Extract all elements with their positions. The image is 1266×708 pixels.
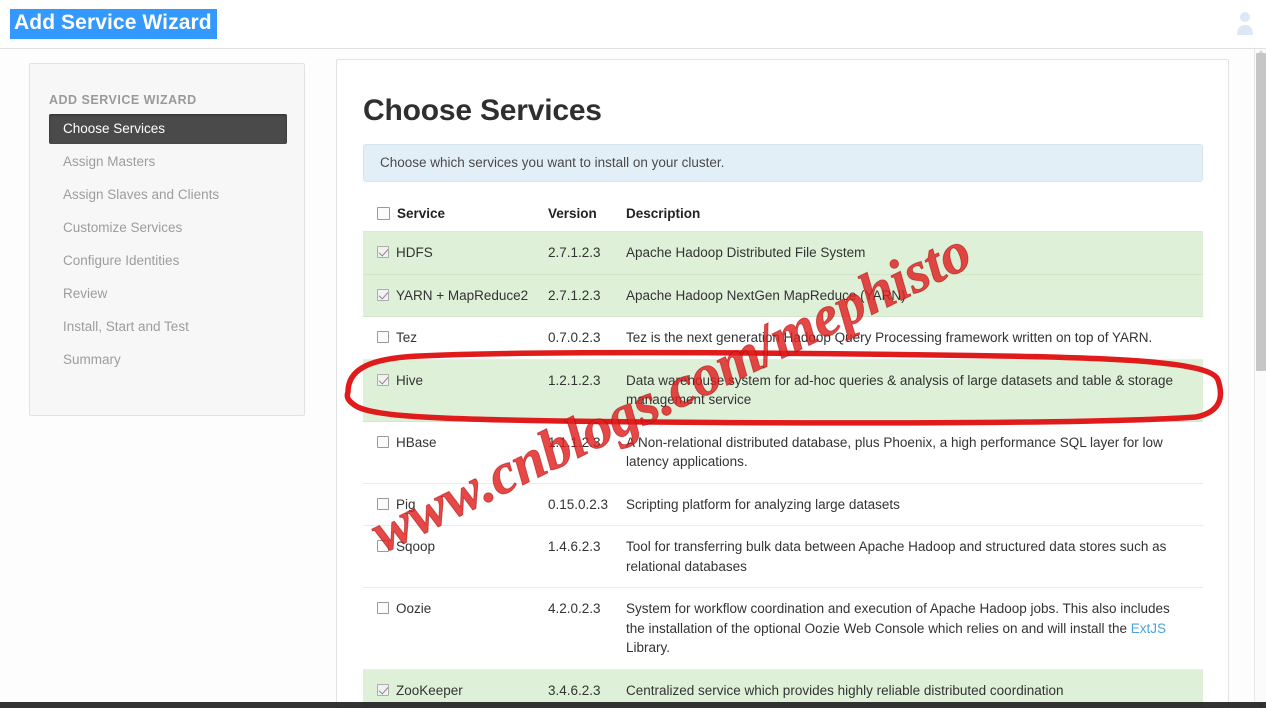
wizard-body: ADD SERVICE WIZARD Choose Services Assig… (0, 49, 1254, 708)
window-titlebar: Add Service Wizard (0, 0, 1266, 49)
user-icon[interactable] (1236, 10, 1254, 36)
sidebar-item-customize-services[interactable]: Customize Services (49, 213, 287, 243)
service-description-label: Apache Hadoop Distributed File System (626, 231, 1203, 275)
service-version-label: 2.7.1.2.3 (548, 231, 626, 275)
service-description-label: Scripting platform for analyzing large d… (626, 483, 1203, 526)
sidebar-item-configure-identities[interactable]: Configure Identities (49, 246, 287, 276)
service-version-label: 1.4.6.2.3 (548, 525, 626, 588)
header-description-label: Description (626, 200, 1203, 232)
sidebar-item-review[interactable]: Review (49, 279, 287, 309)
service-checkbox-zookeeper[interactable] (377, 683, 389, 696)
service-checkbox-tez[interactable] (377, 331, 389, 343)
vertical-scrollbar[interactable] (1254, 49, 1266, 708)
service-name-label: Hive (396, 372, 424, 388)
row-service-cell: HDFS (363, 231, 548, 275)
sidebar-item-install-start-test[interactable]: Install, Start and Test (49, 312, 287, 342)
service-name-label: HDFS (396, 245, 433, 260)
service-name-label: ZooKeeper (396, 682, 463, 698)
sidebar-item-summary[interactable]: Summary (49, 345, 287, 375)
table-header-row: Service Version Description (363, 200, 1203, 232)
sidebar-heading: ADD SERVICE WIZARD (49, 93, 197, 107)
page-title: Choose Services (363, 94, 602, 127)
service-checkbox-hive[interactable] (377, 373, 389, 386)
row-service-cell: Pig (363, 483, 548, 526)
service-name-label: YARN + MapReduce2 (396, 287, 529, 303)
sidebar-nav-list: Choose Services Assign Masters Assign Sl… (49, 114, 287, 378)
header-service-cell: Service (363, 200, 548, 232)
table-row[interactable]: Pig 0.15.0.2.3 Scripting platform for an… (363, 483, 1203, 526)
service-name-label: Tez (396, 330, 418, 345)
table-row[interactable]: Hive 1.2.1.2.3 Data warehouse system for… (363, 359, 1203, 422)
service-description-label: A Non-relational distributed database, p… (626, 421, 1203, 484)
sidebar-item-choose-services[interactable]: Choose Services (49, 114, 287, 144)
service-name-label: Sqoop (396, 539, 436, 554)
service-checkbox-yarn[interactable] (377, 288, 389, 301)
scrollbar-thumb[interactable] (1256, 53, 1266, 371)
service-version-label: 0.15.0.2.3 (548, 483, 626, 526)
sidebar-item-assign-slaves[interactable]: Assign Slaves and Clients (49, 180, 287, 210)
main-content-panel: Choose Services Choose which services yo… (336, 59, 1229, 708)
description-text-before-link: System for workflow coordination and exe… (626, 601, 1170, 636)
service-name-label: Oozie (396, 601, 432, 616)
header-service-label: Service (397, 206, 446, 221)
service-description-label: Data warehouse system for ad-hoc queries… (626, 359, 1203, 422)
service-checkbox-hbase[interactable] (377, 435, 389, 448)
table-row[interactable]: HBase 1.1.1.2.3 A Non-relational distrib… (363, 421, 1203, 484)
row-service-cell: YARN + MapReduce2 (363, 274, 548, 317)
service-version-label: 2.7.1.2.3 (548, 274, 626, 317)
select-all-checkbox[interactable] (377, 207, 390, 220)
service-name-label: Pig (396, 496, 416, 512)
scroll-up-arrow[interactable] (1257, 44, 1265, 55)
service-checkbox-oozie[interactable] (377, 602, 389, 614)
sidebar-item-assign-masters[interactable]: Assign Masters (49, 147, 287, 177)
service-description-label: Tez is the next generation Hadoop Query … (626, 316, 1203, 360)
app-window: Add Service Wizard ADD SERVICE WIZARD Ch… (0, 0, 1266, 708)
row-service-cell: Sqoop (363, 525, 548, 588)
service-version-label: 1.1.1.2.3 (548, 421, 626, 484)
bottom-edge-strip (0, 702, 1266, 708)
info-banner-text: Choose which services you want to instal… (380, 155, 725, 170)
service-description-label: Apache Hadoop NextGen MapReduce (YARN) (626, 274, 1203, 317)
service-version-label: 1.2.1.2.3 (548, 359, 626, 422)
header-version-label: Version (548, 200, 626, 232)
row-service-cell: Oozie (363, 587, 548, 670)
row-service-cell: Tez (363, 316, 548, 360)
service-checkbox-pig[interactable] (377, 497, 389, 510)
wizard-sidebar: ADD SERVICE WIZARD Choose Services Assig… (29, 63, 305, 416)
page-title-heading: Add Service Wizard (10, 9, 217, 39)
table-row[interactable]: Sqoop 1.4.6.2.3 Tool for transferring bu… (363, 525, 1203, 588)
service-checkbox-sqoop[interactable] (377, 540, 389, 552)
description-text-after-link: Library. (626, 640, 671, 655)
table-row[interactable]: Tez 0.7.0.2.3 Tez is the next generation… (363, 316, 1203, 360)
service-checkbox-hdfs[interactable] (377, 246, 389, 258)
row-service-cell: Hive (363, 359, 548, 422)
row-service-cell: HBase (363, 421, 548, 484)
table-row[interactable]: Oozie 4.2.0.2.3 System for workflow coor… (363, 587, 1203, 670)
service-description-label: Tool for transferring bulk data between … (626, 525, 1203, 588)
info-banner: Choose which services you want to instal… (363, 144, 1203, 182)
service-version-label: 0.7.0.2.3 (548, 316, 626, 360)
extjs-link[interactable]: ExtJS (1131, 621, 1166, 636)
service-description-label: System for workflow coordination and exe… (626, 587, 1203, 670)
service-name-label: HBase (396, 434, 437, 450)
services-table: Service Version Description HDFS 2.7.1.2… (363, 200, 1203, 707)
table-row[interactable]: YARN + MapReduce2 2.7.1.2.3 Apache Hadoo… (363, 274, 1203, 317)
table-row[interactable]: HDFS 2.7.1.2.3 Apache Hadoop Distributed… (363, 231, 1203, 275)
service-version-label: 4.2.0.2.3 (548, 587, 626, 670)
